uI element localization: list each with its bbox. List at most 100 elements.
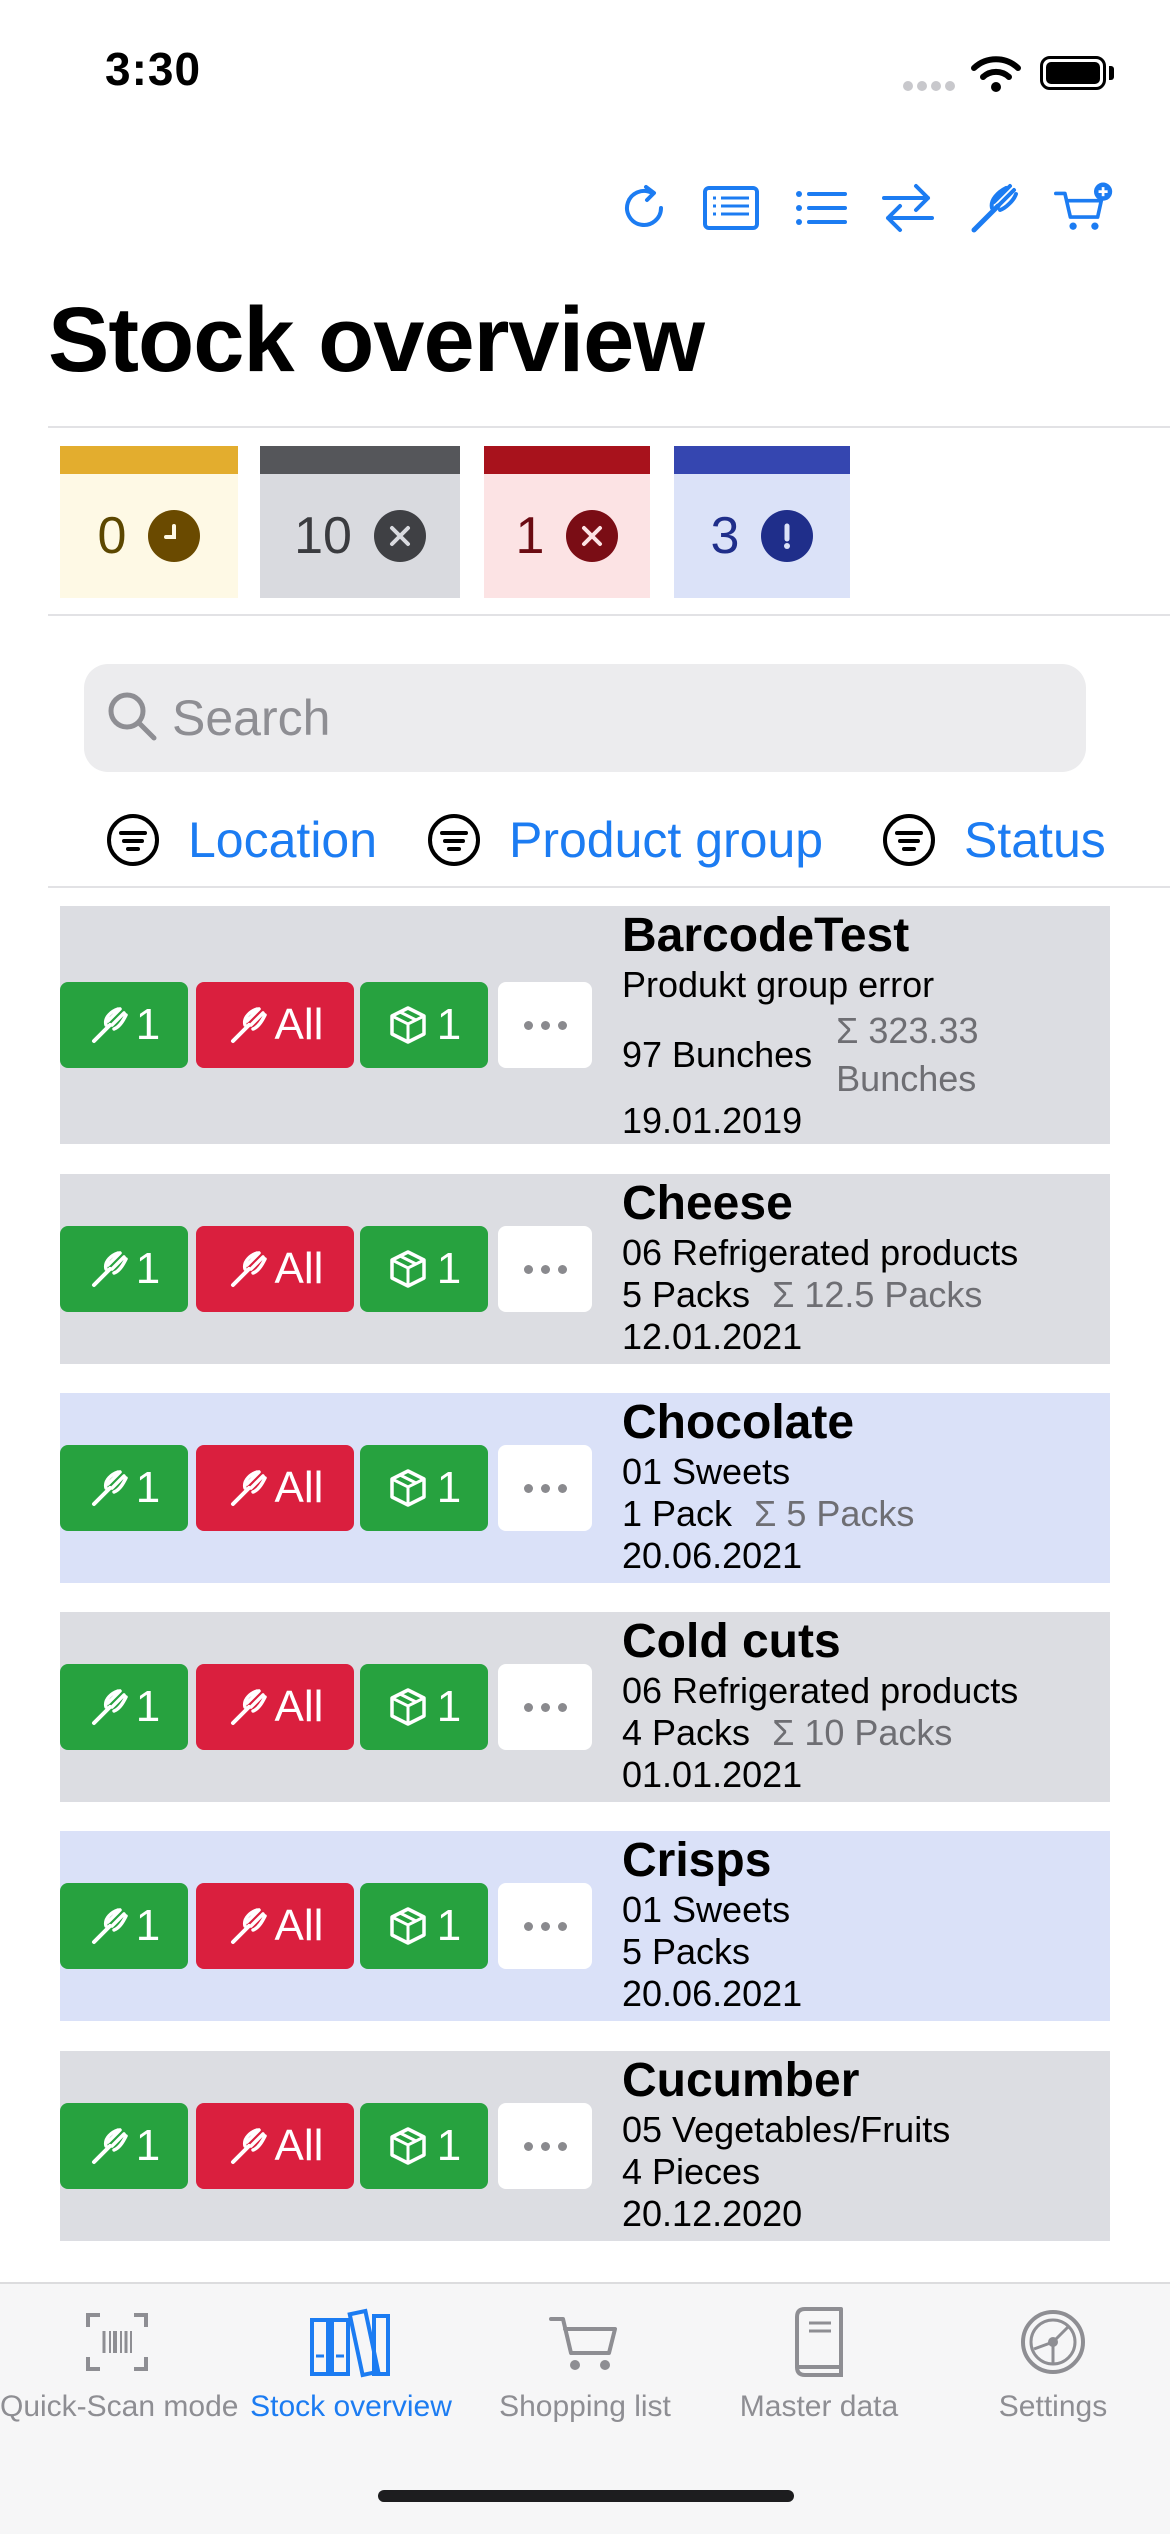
stock-row[interactable]: 1 All 1 Chocolate 01 Sweets 1 Pack Σ 5 Packs 20… <box>60 1393 1110 1583</box>
stock-sum: Σ 323.33 Bunches <box>836 1010 978 1100</box>
status-tile-below-min-stock[interactable]: 3 <box>674 446 850 598</box>
consume-one-button[interactable]: 1 <box>60 1883 188 1969</box>
stock-amount: 4 Pieces <box>622 2151 761 2192</box>
open-one-button[interactable]: 1 <box>360 1883 488 1969</box>
filter-location[interactable]: Location <box>106 810 377 870</box>
filter-product-group[interactable]: Product group <box>427 810 823 870</box>
stock-sum: Σ 10 Packs <box>772 1712 953 1753</box>
filter-icon <box>107 814 159 866</box>
button-label: 1 <box>436 1463 462 1512</box>
consume-all-button[interactable]: All <box>196 982 354 1068</box>
best-before-date: 01.01.2021 <box>622 1754 803 1795</box>
more-button[interactable] <box>498 1664 592 1750</box>
product-group: 06 Refrigerated products <box>622 1232 1019 1273</box>
button-label: 1 <box>135 1244 161 1293</box>
consume-one-button[interactable]: 1 <box>60 1664 188 1750</box>
more-button[interactable] <box>498 982 592 1068</box>
button-label: 1 <box>436 1244 462 1293</box>
more-button[interactable] <box>498 1226 592 1312</box>
transfer-icon[interactable] <box>878 178 938 238</box>
status-tile-expired[interactable]: 1 <box>484 446 650 598</box>
cellular-signal-icon <box>903 78 959 96</box>
consume-icon[interactable] <box>964 178 1024 238</box>
status-tile-due-soon[interactable]: 0 <box>60 446 238 598</box>
fork-icon <box>230 1470 267 1506</box>
tab-label: Master data <box>739 2390 899 2423</box>
fork-icon <box>91 1689 128 1725</box>
tab-shopping-list[interactable]: Shopping list <box>468 2302 702 2424</box>
search-input[interactable] <box>172 682 1052 754</box>
battery-cap <box>1109 66 1114 80</box>
refresh-icon[interactable] <box>615 178 675 238</box>
open-one-button[interactable]: 1 <box>360 982 488 1068</box>
more-button[interactable] <box>498 1445 592 1531</box>
consume-one-button[interactable]: 1 <box>60 1445 188 1531</box>
close-icon <box>373 510 426 562</box>
consume-all-button[interactable]: All <box>196 1664 354 1750</box>
filter-icon <box>883 814 935 866</box>
search-icon <box>104 688 160 749</box>
journal-icon[interactable] <box>701 178 761 238</box>
status-tile-overdue[interactable]: 10 <box>260 446 460 598</box>
consume-all-button[interactable]: All <box>196 1445 354 1531</box>
stock-sum-unit: Bunches <box>836 1058 977 1099</box>
box-icon <box>390 1250 426 1288</box>
filter-status-label: Status <box>964 812 1106 868</box>
more-button[interactable] <box>498 1883 592 1969</box>
stock-amount: 5 Packs <box>622 1931 751 1972</box>
tab-master-data[interactable]: Master data <box>702 2302 936 2424</box>
divider <box>48 614 1170 616</box>
box-icon <box>390 1006 426 1044</box>
button-label: 1 <box>135 1901 161 1950</box>
open-one-button[interactable]: 1 <box>360 2103 488 2189</box>
open-one-button[interactable]: 1 <box>360 1445 488 1531</box>
consume-one-button[interactable]: 1 <box>60 982 188 1068</box>
consume-one-button[interactable]: 1 <box>60 1226 188 1312</box>
stock-row[interactable]: 1 All 1 Cold cuts 06 Refrigerated products 4 … <box>60 1612 1110 1802</box>
tab-label: Shopping list <box>499 2390 671 2423</box>
more-button[interactable] <box>498 2103 592 2189</box>
product-group: 05 Vegetables/Fruits <box>622 2109 951 2150</box>
product-name: Chocolate <box>622 1396 855 1449</box>
open-one-button[interactable]: 1 <box>360 1664 488 1750</box>
list-icon[interactable] <box>791 178 851 238</box>
stock-row[interactable]: 1 All 1 BarcodeTest Produkt group error 97 Bu… <box>60 906 1110 1144</box>
tab-stock-overview[interactable]: Stock overview <box>234 2302 468 2424</box>
page-title: Stock overview <box>48 289 705 391</box>
button-label: 1 <box>135 1682 161 1731</box>
product-info: BarcodeTest Produkt group error 97 Bunches… <box>622 908 979 1142</box>
filter-product-group-label: Product group <box>509 812 824 868</box>
fork-icon <box>91 1007 128 1043</box>
product-info: Chocolate 01 Sweets 1 Pack Σ 5 Packs 20.06.2… <box>622 1395 914 1577</box>
stock-row[interactable]: 1 All 1 Cucumber 05 Vegetables/Fruits 4 Piece… <box>60 2051 1110 2241</box>
battery-icon <box>1040 56 1106 90</box>
best-before-date: 12.01.2021 <box>622 1316 803 1357</box>
consume-all-button[interactable]: All <box>196 1883 354 1969</box>
stock-amount: 1 Pack <box>622 1493 733 1534</box>
box-icon <box>390 1469 426 1507</box>
button-label: 1 <box>436 2121 462 2170</box>
consume-all-button[interactable]: All <box>196 2103 354 2189</box>
button-label: 1 <box>135 1463 161 1512</box>
button-label: All <box>274 1000 324 1049</box>
tile-color-bar <box>484 446 650 474</box>
open-one-button[interactable]: 1 <box>360 1226 488 1312</box>
tab-quick-scan-mode[interactable]: Quick-Scan mode <box>0 2302 238 2424</box>
purchase-icon[interactable] <box>1054 178 1120 238</box>
status-time: 3:30 <box>105 43 202 95</box>
filter-status[interactable]: Status <box>882 810 1106 870</box>
fork-icon <box>91 1908 128 1944</box>
tab-label: Stock overview <box>250 2390 452 2423</box>
consume-one-button[interactable]: 1 <box>60 2103 188 2189</box>
fork-icon <box>91 1251 128 1287</box>
consume-all-button[interactable]: All <box>196 1226 354 1312</box>
button-label: 1 <box>436 1000 462 1049</box>
books-icon <box>234 2302 468 2382</box>
tile-color-bar <box>260 446 460 474</box>
stock-row[interactable]: 1 All 1 Crisps 01 Sweets 5 Packs 20.06.2021 <box>60 1831 1110 2021</box>
tile-color-bar <box>674 446 850 474</box>
stock-row[interactable]: 1 All 1 Cheese 06 Refrigerated products 5 Pac… <box>60 1174 1110 1364</box>
product-name: BarcodeTest <box>622 909 910 962</box>
filter-location-label: Location <box>188 812 378 868</box>
tab-settings[interactable]: Settings <box>936 2302 1170 2424</box>
